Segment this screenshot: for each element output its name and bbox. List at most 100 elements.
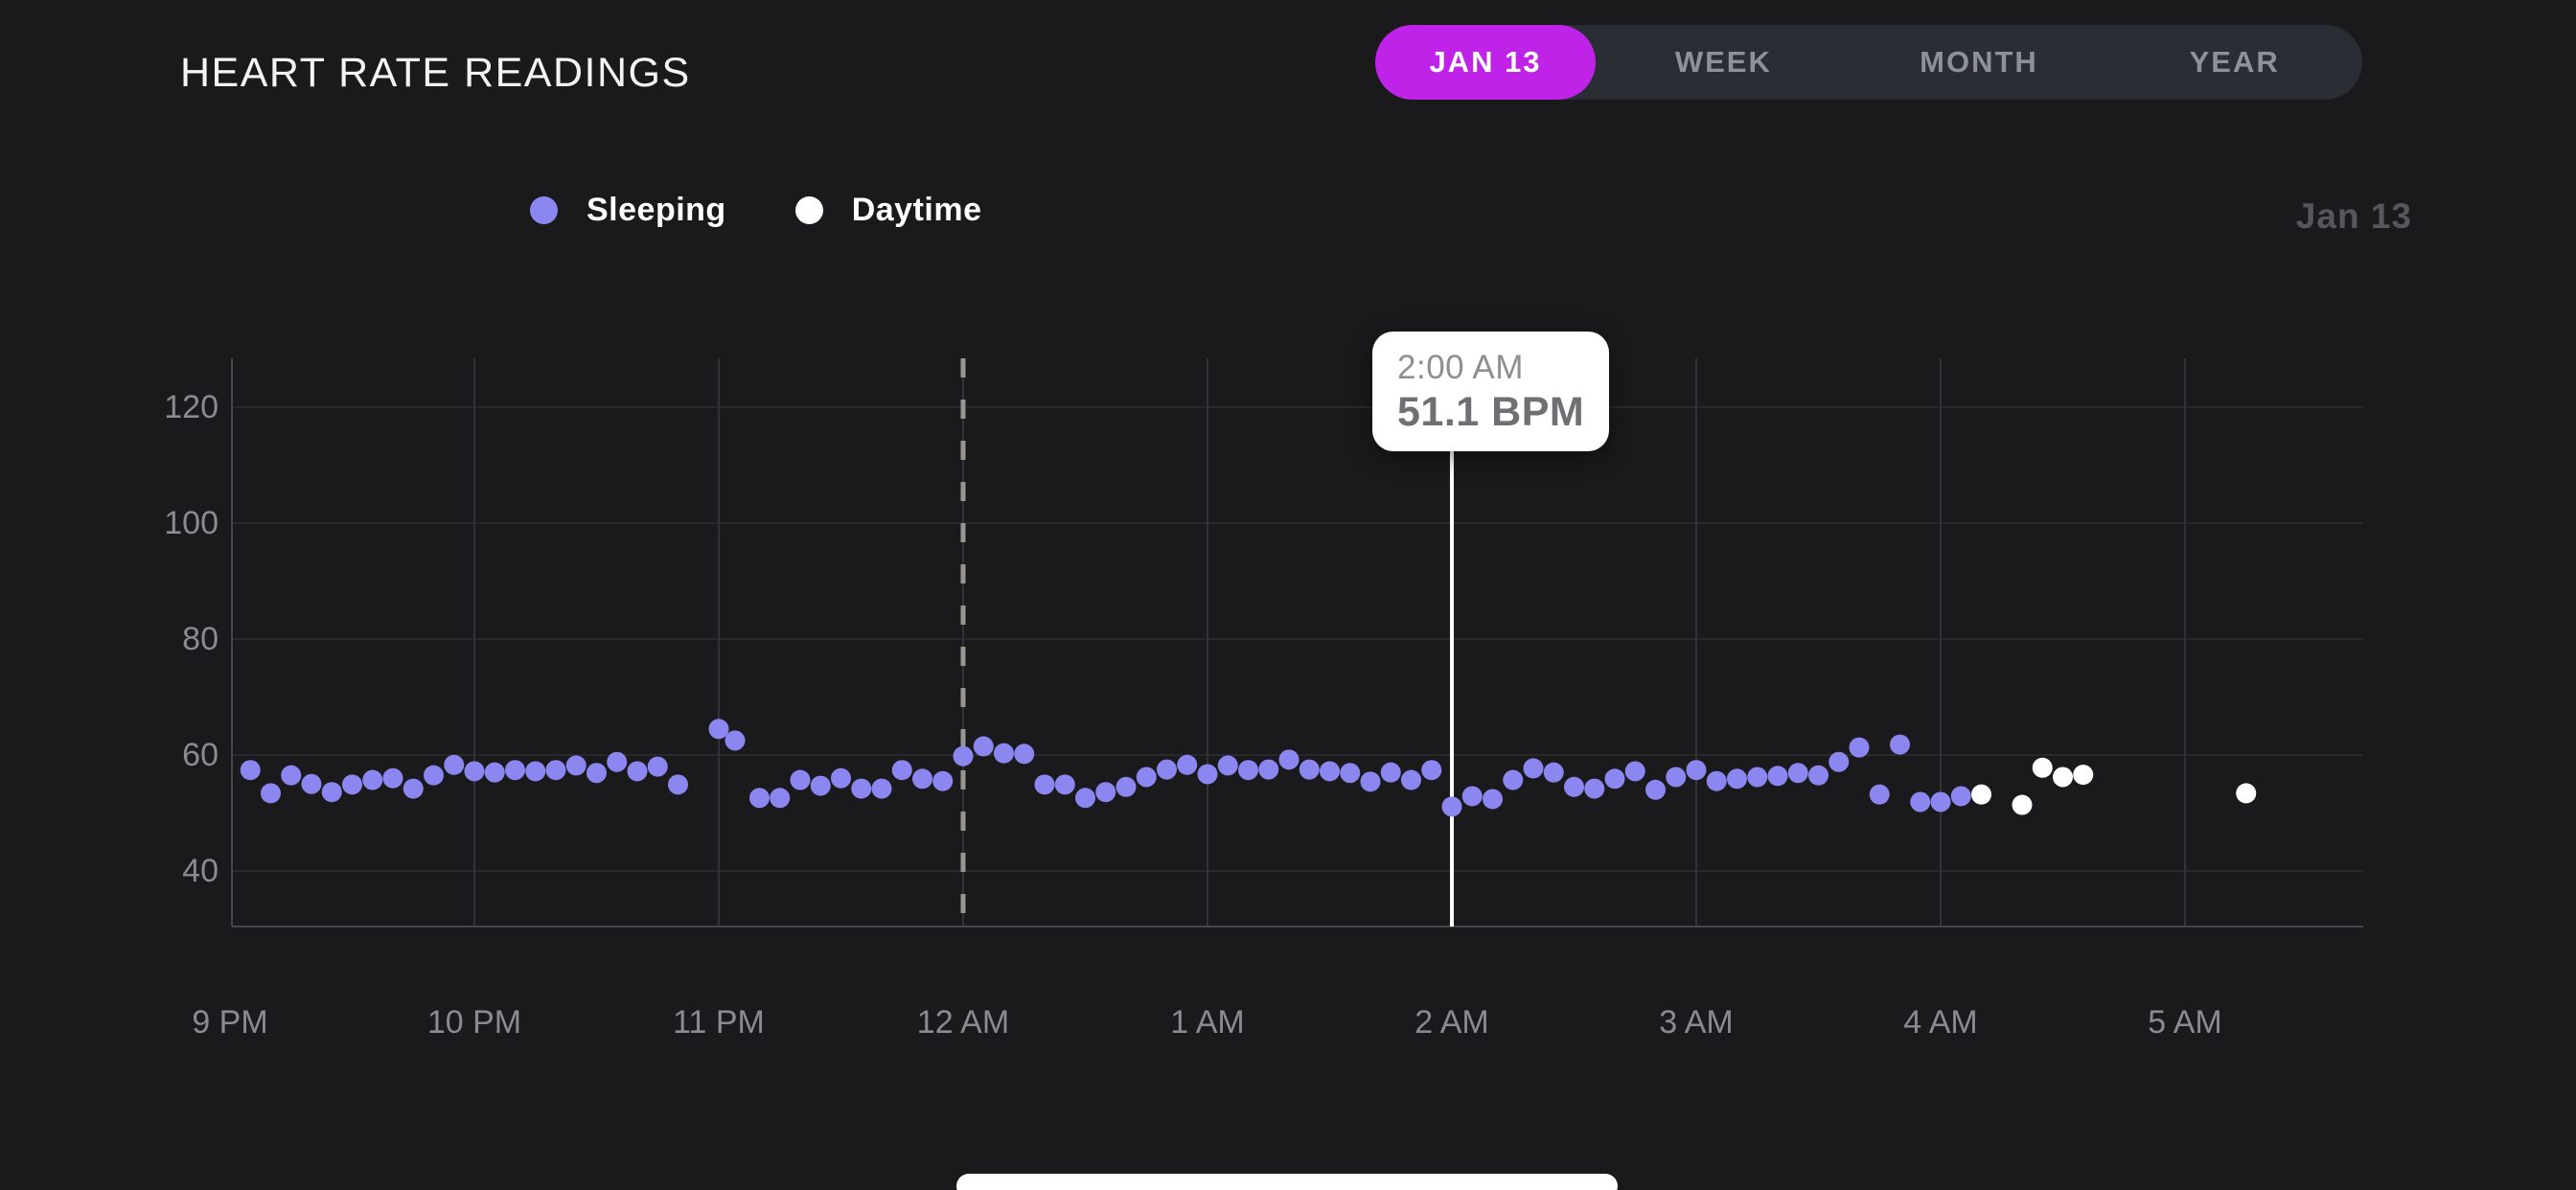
data-point-sleeping[interactable] (1320, 761, 1340, 781)
data-point-sleeping[interactable] (974, 736, 994, 756)
data-point-sleeping[interactable] (1095, 782, 1116, 802)
data-point-sleeping[interactable] (1014, 744, 1034, 764)
data-point-sleeping[interactable] (1747, 767, 1767, 787)
data-point-sleeping[interactable] (1035, 774, 1055, 794)
data-point-sleeping[interactable] (1340, 763, 1360, 783)
data-point-daytime[interactable] (2033, 758, 2053, 778)
data-point-sleeping[interactable] (1808, 766, 1828, 786)
data-point-sleeping[interactable] (1157, 760, 1177, 780)
data-point-sleeping[interactable] (1503, 770, 1523, 790)
data-point-sleeping[interactable] (1890, 735, 1910, 755)
data-point-sleeping[interactable] (322, 782, 342, 802)
data-point-sleeping[interactable] (831, 768, 851, 789)
x-tick-label: 2 AM (1414, 1004, 1488, 1041)
data-point-sleeping[interactable] (261, 783, 281, 803)
data-point-sleeping[interactable] (1768, 766, 1788, 786)
data-point-sleeping[interactable] (1137, 767, 1157, 787)
data-point-daytime[interactable] (2236, 783, 2256, 803)
home-indicator[interactable] (956, 1174, 1618, 1190)
data-point-sleeping[interactable] (1238, 760, 1258, 780)
data-point-sleeping[interactable] (586, 763, 607, 783)
data-point-sleeping[interactable] (1544, 763, 1564, 783)
data-point-sleeping[interactable] (362, 770, 382, 790)
data-point-sleeping[interactable] (994, 744, 1014, 764)
data-point-sleeping[interactable] (791, 770, 811, 790)
data-point-sleeping[interactable] (709, 719, 729, 739)
data-point-sleeping[interactable] (892, 760, 912, 780)
data-point-sleeping[interactable] (668, 774, 688, 794)
data-point-sleeping[interactable] (1666, 767, 1686, 787)
data-point-sleeping[interactable] (546, 760, 566, 780)
data-point-sleeping[interactable] (749, 788, 770, 808)
data-point-sleeping[interactable] (1828, 752, 1849, 772)
data-point-sleeping[interactable] (1870, 785, 1890, 805)
y-tick-label: 40 (182, 853, 218, 889)
data-point-sleeping[interactable] (1727, 768, 1747, 789)
data-point-sleeping[interactable] (1645, 780, 1666, 800)
data-point-sleeping[interactable] (383, 768, 403, 789)
data-point-sleeping[interactable] (1442, 796, 1462, 816)
data-point-sleeping[interactable] (342, 774, 362, 794)
data-point-sleeping[interactable] (1279, 749, 1300, 769)
data-point-sleeping[interactable] (1462, 786, 1483, 806)
data-point-sleeping[interactable] (1116, 777, 1137, 797)
data-point-sleeping[interactable] (1687, 760, 1707, 780)
data-point-sleeping[interactable] (505, 760, 525, 780)
data-point-sleeping[interactable] (811, 776, 831, 796)
data-point-sleeping[interactable] (1605, 768, 1625, 789)
data-point-sleeping[interactable] (954, 746, 974, 767)
data-point-sleeping[interactable] (302, 774, 322, 794)
data-point-sleeping[interactable] (1951, 786, 1971, 806)
data-point-daytime[interactable] (2073, 765, 2093, 785)
data-point-sleeping[interactable] (1218, 755, 1238, 775)
data-point-sleeping[interactable] (912, 768, 932, 789)
tooltip-time: 2:00 AM (1397, 349, 1584, 387)
data-point-sleeping[interactable] (1198, 764, 1218, 784)
x-tick-label: 11 PM (673, 1004, 765, 1041)
data-point-sleeping[interactable] (1055, 774, 1075, 794)
data-point-sleeping[interactable] (932, 771, 953, 791)
data-point-sleeping[interactable] (1564, 777, 1584, 797)
data-point-sleeping[interactable] (872, 779, 892, 799)
reading-tooltip: 2:00 AM 51.1 BPM (1372, 332, 1609, 451)
data-point-sleeping[interactable] (281, 766, 301, 786)
data-point-sleeping[interactable] (1788, 763, 1808, 783)
data-point-sleeping[interactable] (648, 757, 668, 777)
data-point-daytime[interactable] (2053, 767, 2073, 787)
x-tick-label: 9 PM (192, 1004, 267, 1041)
data-point-sleeping[interactable] (607, 752, 627, 772)
data-point-sleeping[interactable] (1584, 779, 1604, 799)
heart-rate-screen: HEART RATE READINGS JAN 13WEEKMONTHYEAR … (0, 0, 2576, 1190)
data-point-sleeping[interactable] (485, 763, 505, 783)
data-point-sleeping[interactable] (1483, 789, 1503, 809)
data-point-sleeping[interactable] (1524, 758, 1544, 778)
data-point-sleeping[interactable] (770, 788, 790, 808)
x-tick-label: 12 AM (917, 1004, 1009, 1041)
data-point-sleeping[interactable] (1850, 738, 1870, 758)
data-point-sleeping[interactable] (1361, 771, 1381, 791)
data-point-sleeping[interactable] (241, 760, 261, 780)
data-point-sleeping[interactable] (1931, 792, 1951, 812)
data-point-sleeping[interactable] (1401, 770, 1421, 790)
data-point-sleeping[interactable] (1258, 760, 1278, 780)
data-point-sleeping[interactable] (1625, 761, 1645, 781)
data-point-sleeping[interactable] (424, 766, 444, 786)
data-point-sleeping[interactable] (1075, 788, 1095, 808)
data-point-sleeping[interactable] (1381, 763, 1401, 783)
data-point-daytime[interactable] (2012, 795, 2033, 815)
data-point-sleeping[interactable] (1421, 760, 1441, 780)
data-point-sleeping[interactable] (444, 755, 464, 775)
data-point-sleeping[interactable] (403, 779, 424, 799)
data-point-sleeping[interactable] (1177, 755, 1197, 775)
data-point-sleeping[interactable] (851, 779, 871, 799)
data-point-sleeping[interactable] (566, 755, 586, 775)
x-tick-label: 3 AM (1659, 1004, 1733, 1041)
data-point-sleeping[interactable] (628, 761, 648, 781)
data-point-sleeping[interactable] (1300, 760, 1320, 780)
data-point-sleeping[interactable] (525, 761, 545, 781)
data-point-sleeping[interactable] (1910, 792, 1930, 812)
data-point-sleeping[interactable] (465, 761, 485, 781)
data-point-sleeping[interactable] (725, 730, 746, 750)
data-point-sleeping[interactable] (1707, 771, 1727, 791)
data-point-daytime[interactable] (1971, 785, 1991, 805)
